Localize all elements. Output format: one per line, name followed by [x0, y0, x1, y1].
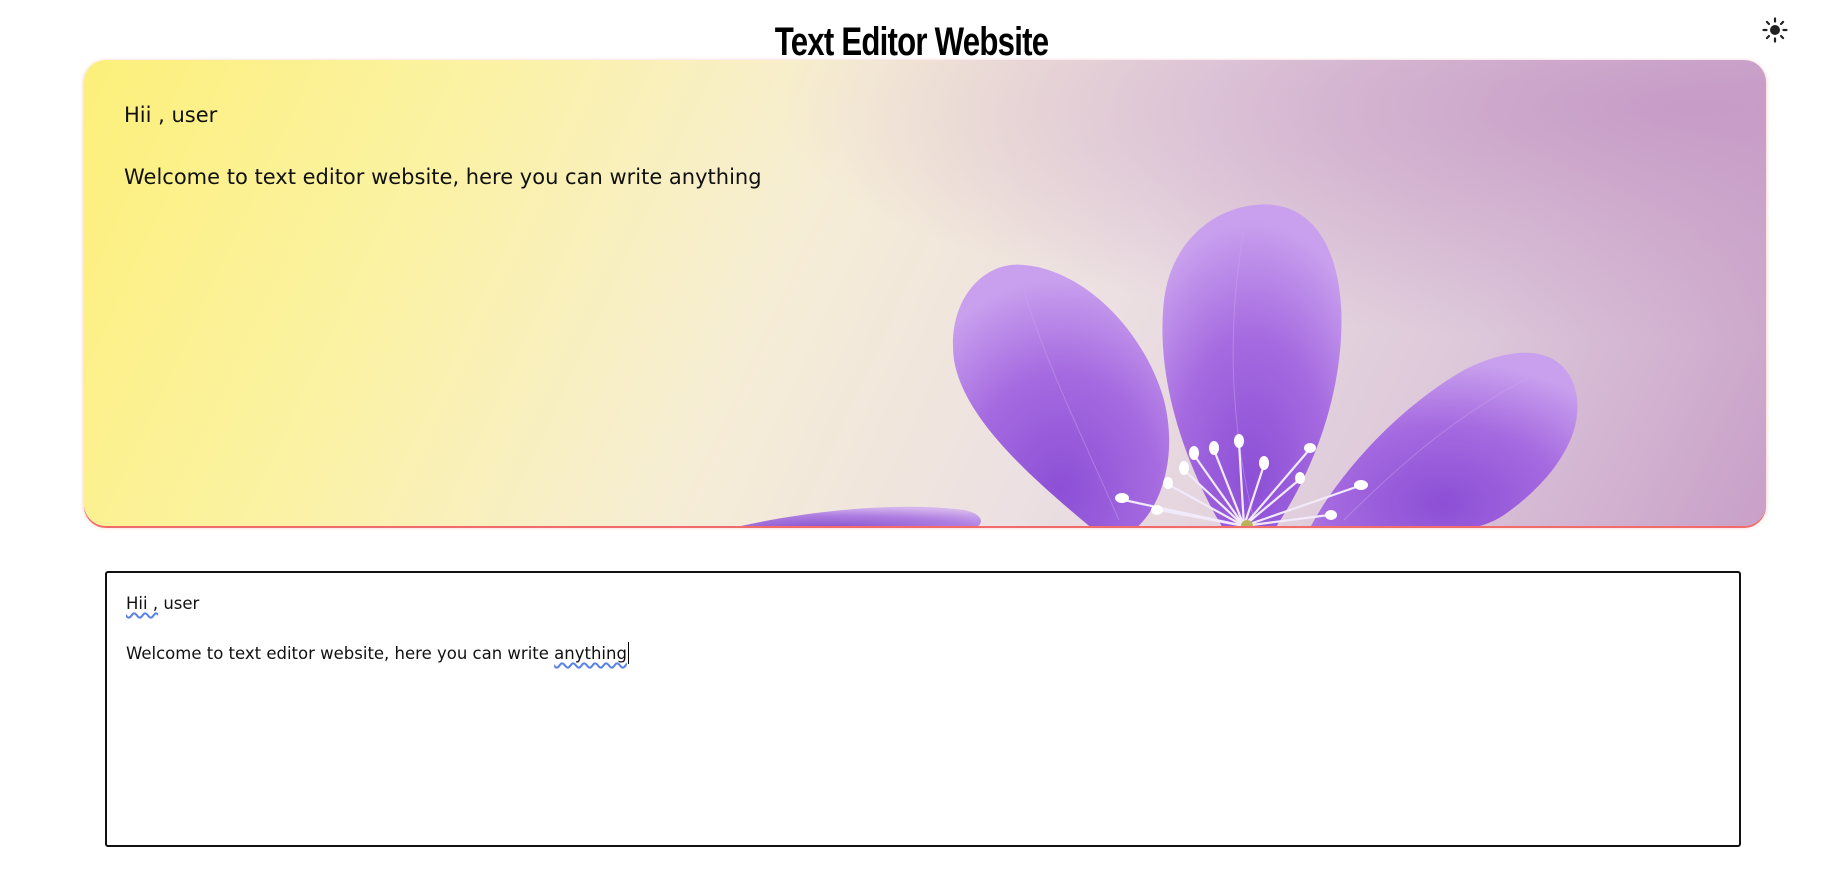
- editor-line-greeting: Hii , user: [126, 593, 1720, 615]
- preview-message: Welcome to text editor website, here you…: [124, 165, 762, 189]
- preview-greeting: Hii , user: [124, 103, 218, 127]
- spellcheck-word: anything: [554, 644, 627, 663]
- page: Text Editor Website Hii , user Welcome t…: [0, 0, 1823, 886]
- spellcheck-word: Hii ,: [126, 594, 159, 613]
- editor-text: Welcome to text editor website, here you…: [126, 644, 555, 663]
- editor-line-message: Welcome to text editor website, here you…: [126, 642, 1720, 665]
- editor-text: user: [158, 594, 200, 613]
- text-editor-input[interactable]: Hii , user Welcome to text editor websit…: [105, 571, 1741, 847]
- theme-toggle-button[interactable]: [1760, 15, 1790, 45]
- sun-icon: [1762, 17, 1788, 43]
- text-cursor: [627, 642, 630, 664]
- preview-panel: Hii , user Welcome to text editor websit…: [84, 60, 1766, 526]
- preview-content: Hii , user Welcome to text editor websit…: [124, 100, 762, 224]
